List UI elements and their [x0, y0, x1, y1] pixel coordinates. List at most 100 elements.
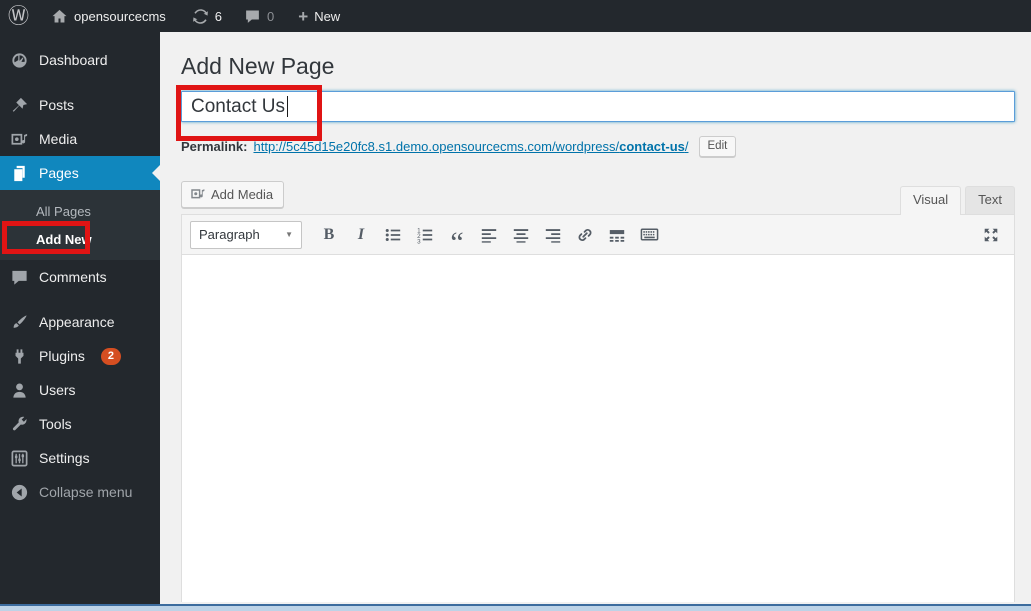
- edit-permalink-button[interactable]: Edit: [698, 136, 737, 157]
- dashboard-icon: [9, 50, 29, 70]
- submenu-item-label: Add New: [36, 231, 92, 247]
- distraction-free-button[interactable]: [976, 221, 1006, 249]
- pages-submenu: All Pages Add New: [0, 190, 160, 260]
- sidebar-item-collapse-menu[interactable]: Collapse menu: [0, 475, 160, 509]
- sidebar-item-label: Posts: [39, 97, 75, 113]
- align-left-icon: [481, 228, 497, 243]
- insert-read-more-button[interactable]: [602, 221, 632, 249]
- updates-menu[interactable]: 6: [184, 0, 230, 32]
- updates-count: 6: [214, 8, 223, 24]
- menu-separator: [0, 294, 160, 305]
- tab-visual[interactable]: Visual: [899, 186, 962, 215]
- site-name-label: opensourcecms: [74, 8, 166, 24]
- page-title: Add New Page: [181, 53, 335, 79]
- tab-text[interactable]: Text: [965, 186, 1015, 214]
- sidebar-item-label: Media: [39, 131, 78, 147]
- main-content: Add New Page Contact Us Permalink: http:…: [160, 32, 1031, 604]
- collapse-arrow-icon: [9, 482, 29, 502]
- home-icon: [51, 8, 68, 25]
- updates-icon: [192, 8, 209, 25]
- bold-button[interactable]: B: [314, 221, 344, 249]
- align-left-button[interactable]: [474, 221, 504, 249]
- sidebar-item-label: Collapse menu: [39, 484, 133, 500]
- sidebar-item-posts[interactable]: Posts: [0, 88, 160, 122]
- editor-top-row: Add Media Visual Text: [181, 181, 1015, 215]
- fullscreen-arrows-icon: [984, 228, 998, 241]
- sidebar-item-media[interactable]: Media: [0, 122, 160, 156]
- bottom-edge-bar: [0, 604, 1031, 611]
- svg-text:3: 3: [417, 238, 421, 244]
- comments-count: 0: [267, 8, 275, 24]
- pushpin-icon: [9, 95, 29, 115]
- sidebar-item-dashboard[interactable]: Dashboard: [0, 43, 160, 77]
- wordpress-logo-icon: Ⓦ: [8, 4, 29, 28]
- add-media-button[interactable]: Add Media: [181, 181, 285, 208]
- permalink-row: Permalink: http://5c45d15e20fc8.s1.demo.…: [181, 136, 1015, 157]
- chevron-down-icon: ▼: [285, 230, 293, 239]
- paintbrush-icon: [9, 312, 29, 332]
- keyboard-icon: [640, 228, 658, 241]
- link-chain-icon: [578, 228, 592, 241]
- align-right-button[interactable]: [538, 221, 568, 249]
- wordpress-logo-menu[interactable]: Ⓦ: [0, 0, 37, 32]
- numbered-list-icon: 123: [417, 227, 433, 244]
- settings-sliders-icon: [9, 448, 29, 468]
- site-name-menu[interactable]: opensourcecms: [43, 0, 174, 32]
- submenu-item-label: All Pages: [36, 203, 91, 219]
- submenu-item-all-pages[interactable]: All Pages: [0, 197, 160, 225]
- align-right-icon: [545, 228, 561, 243]
- new-label: New: [314, 8, 341, 24]
- admin-bar: Ⓦ opensourcecms 6 0 + New: [0, 0, 1031, 32]
- editor-mode-tabs: Visual Text: [899, 186, 1015, 215]
- media-icon: [9, 129, 29, 149]
- sidebar-item-pages[interactable]: Pages: [0, 156, 160, 190]
- add-media-icon: [190, 186, 206, 202]
- insert-link-button[interactable]: [570, 221, 600, 249]
- sidebar-item-tools[interactable]: Tools: [0, 407, 160, 441]
- sidebar-item-label: Settings: [39, 450, 90, 466]
- new-content-menu[interactable]: + New: [290, 0, 348, 32]
- wrench-icon: [9, 414, 29, 434]
- page-title-input[interactable]: Contact Us: [181, 91, 1015, 122]
- read-more-tag-icon: [609, 229, 625, 242]
- editor-content-area[interactable]: [182, 255, 1014, 602]
- align-center-button[interactable]: [506, 221, 536, 249]
- italic-button[interactable]: I: [346, 221, 376, 249]
- permalink-base: http://5c45d15e20fc8.s1.demo.opensourcec…: [253, 139, 620, 154]
- permalink-link[interactable]: http://5c45d15e20fc8.s1.demo.opensourcec…: [253, 139, 688, 154]
- comments-icon: [9, 267, 29, 287]
- page-title-input-value: Contact Us: [191, 95, 285, 117]
- permalink-label: Permalink:: [181, 139, 248, 154]
- align-center-icon: [513, 228, 529, 243]
- sidebar-item-label: Users: [39, 382, 76, 398]
- plus-icon: +: [298, 6, 309, 26]
- plugin-icon: [9, 346, 29, 366]
- bulleted-list-button[interactable]: [378, 221, 408, 249]
- sidebar-item-label: Tools: [39, 416, 72, 432]
- sidebar-item-label: Dashboard: [39, 52, 108, 68]
- admin-sidebar: Dashboard Posts Media Pages All Pages Ad…: [0, 32, 160, 604]
- permalink-slug: contact-us: [619, 139, 685, 154]
- paragraph-format-dropdown[interactable]: Paragraph ▼: [190, 220, 302, 249]
- wordpress-admin-page: Ⓦ opensourcecms 6 0 + New Dashboard Post…: [0, 0, 1031, 611]
- sidebar-item-appearance[interactable]: Appearance: [0, 305, 160, 339]
- sidebar-item-settings[interactable]: Settings: [0, 441, 160, 475]
- add-media-label: Add Media: [211, 186, 274, 202]
- visual-editor: Paragraph ▼ B I 123 “: [181, 214, 1015, 602]
- blockquote-button[interactable]: “: [442, 221, 472, 257]
- user-icon: [9, 380, 29, 400]
- permalink-trail: /: [684, 139, 689, 154]
- toolbar-toggle-button[interactable]: [634, 221, 664, 249]
- comments-menu[interactable]: 0: [236, 0, 282, 32]
- submenu-item-add-new[interactable]: Add New: [0, 225, 160, 253]
- menu-separator: [0, 77, 160, 88]
- sidebar-item-label: Plugins: [39, 348, 85, 364]
- text-cursor: [286, 96, 289, 117]
- comment-bubble-icon: [244, 8, 261, 25]
- bulleted-list-icon: [385, 228, 401, 241]
- numbered-list-button[interactable]: 123: [410, 221, 440, 249]
- sidebar-item-users[interactable]: Users: [0, 373, 160, 407]
- sidebar-item-comments[interactable]: Comments: [0, 260, 160, 294]
- sidebar-item-label: Appearance: [39, 314, 115, 330]
- sidebar-item-plugins[interactable]: Plugins 2: [0, 339, 160, 373]
